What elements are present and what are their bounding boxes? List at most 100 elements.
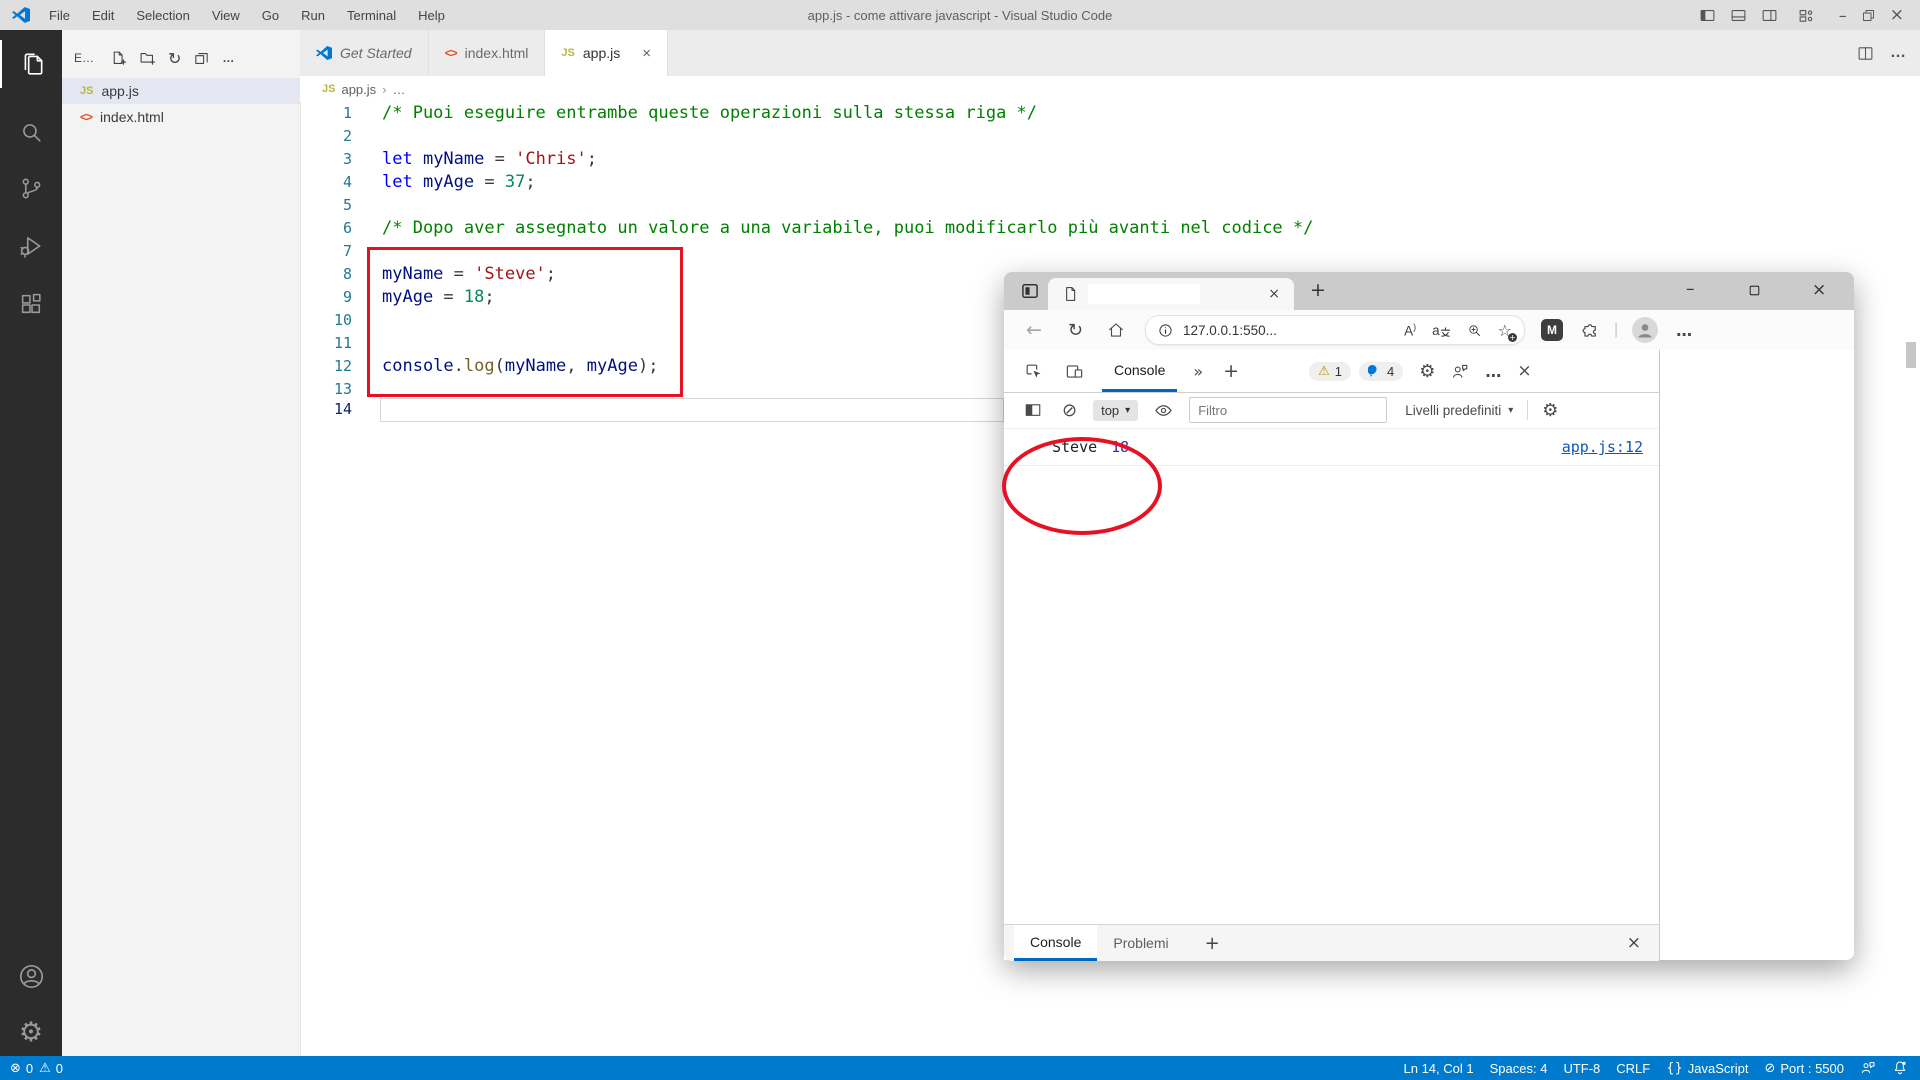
editor-scrollbar[interactable] bbox=[1906, 342, 1916, 368]
editor-more-actions-icon[interactable]: … bbox=[1890, 44, 1906, 62]
new-tab-icon[interactable]: + bbox=[1310, 279, 1326, 301]
error-icon: ⊗ bbox=[10, 1061, 21, 1076]
zoom-icon[interactable] bbox=[1467, 323, 1482, 338]
menu-view[interactable]: View bbox=[203, 6, 249, 25]
back-icon[interactable]: ← bbox=[1026, 319, 1042, 341]
problems-errors[interactable]: ⊗0 bbox=[10, 1061, 33, 1076]
devtools-close-icon[interactable]: × bbox=[1517, 361, 1531, 381]
favorites-star-icon[interactable]: ☆+ bbox=[1498, 321, 1512, 340]
refresh-explorer-icon[interactable]: ↻ bbox=[168, 49, 181, 68]
tab-actions-menu-icon[interactable] bbox=[1020, 281, 1040, 301]
restore-button[interactable] bbox=[1861, 8, 1876, 23]
file-item-indexhtml[interactable]: <> index.html bbox=[62, 104, 300, 130]
extensions-icon[interactable] bbox=[0, 280, 62, 328]
warnings-badge[interactable]: ⚠1 bbox=[1309, 362, 1351, 381]
menu-terminal[interactable]: Terminal bbox=[338, 6, 405, 25]
browser-tab[interactable]: × bbox=[1048, 278, 1294, 310]
live-server-port[interactable]: ⊘Port : 5500 bbox=[1764, 1061, 1844, 1076]
tab-index-html[interactable]: <> index.html bbox=[429, 30, 546, 76]
toggle-secondary-sidebar-icon[interactable] bbox=[1761, 7, 1778, 24]
circle-slash-icon: ⊘ bbox=[1764, 1061, 1775, 1076]
more-tabs-chevron-icon[interactable]: » bbox=[1193, 362, 1203, 381]
clear-console-icon[interactable]: ⊘ bbox=[1062, 400, 1077, 421]
read-aloud-icon[interactable]: A) bbox=[1404, 322, 1416, 339]
messages-badge[interactable]: 4 bbox=[1359, 362, 1403, 381]
new-folder-icon[interactable] bbox=[139, 50, 156, 67]
search-icon[interactable] bbox=[0, 108, 62, 156]
close-window-button[interactable]: × bbox=[1890, 5, 1904, 25]
feedback-icon[interactable] bbox=[1860, 1060, 1876, 1076]
devtools-settings-gear-icon[interactable]: ⚙ bbox=[1419, 361, 1435, 382]
customize-layout-icon[interactable] bbox=[1798, 7, 1815, 24]
browser-maximize-button[interactable] bbox=[1748, 284, 1761, 297]
drawer-close-icon[interactable]: × bbox=[1627, 933, 1641, 953]
console-settings-gear-icon[interactable]: ⚙ bbox=[1542, 400, 1558, 421]
source-control-icon[interactable] bbox=[0, 164, 62, 212]
address-url[interactable]: 127.0.0.1:550... bbox=[1183, 323, 1277, 338]
new-file-icon[interactable] bbox=[110, 50, 127, 67]
home-icon[interactable] bbox=[1107, 321, 1125, 339]
cursor-position[interactable]: Ln 14, Col 1 bbox=[1404, 1061, 1474, 1076]
translate-icon[interactable]: a bbox=[1432, 323, 1451, 338]
html-file-icon: <> bbox=[80, 110, 92, 124]
run-debug-icon[interactable] bbox=[0, 222, 62, 270]
toggle-panel-icon[interactable] bbox=[1730, 7, 1747, 24]
live-expression-eye-icon[interactable] bbox=[1154, 401, 1173, 420]
browser-settings-more-icon[interactable]: … bbox=[1676, 321, 1692, 340]
menu-run[interactable]: Run bbox=[292, 6, 334, 25]
add-tab-icon[interactable]: + bbox=[1223, 360, 1239, 382]
console-sidebar-icon[interactable] bbox=[1024, 401, 1042, 419]
m-extension-icon[interactable]: M bbox=[1541, 319, 1563, 341]
breadcrumb[interactable]: JS app.js › … bbox=[300, 76, 1920, 102]
menu-edit[interactable]: Edit bbox=[83, 6, 123, 25]
extensions-puzzle-icon[interactable] bbox=[1581, 321, 1600, 340]
menu-go[interactable]: Go bbox=[253, 6, 288, 25]
notifications-bell-icon[interactable] bbox=[1892, 1060, 1908, 1076]
close-tab-icon[interactable]: × bbox=[1268, 286, 1280, 302]
menu-file[interactable]: File bbox=[40, 6, 79, 25]
devtools-feedback-icon[interactable] bbox=[1451, 362, 1469, 380]
browser-tabstrip: × + – × bbox=[1004, 272, 1854, 310]
problems-warnings[interactable]: ⚠0 bbox=[39, 1061, 63, 1076]
filter-input[interactable] bbox=[1189, 397, 1387, 423]
drawer-tab-problems[interactable]: Problemi bbox=[1097, 925, 1184, 961]
context-selector[interactable]: top▾ bbox=[1093, 400, 1138, 421]
language-mode[interactable]: {}JavaScript bbox=[1666, 1061, 1748, 1076]
encoding[interactable]: UTF-8 bbox=[1563, 1061, 1600, 1076]
refresh-icon[interactable]: ↻ bbox=[1068, 320, 1083, 341]
tab-app-js[interactable]: JS app.js × bbox=[545, 30, 668, 76]
explorer-sidebar: E… ↻ … JS app.js <> index.html bbox=[62, 30, 301, 1056]
vscode-titlebar: File Edit Selection View Go Run Terminal… bbox=[0, 0, 1920, 30]
devtools-tab-console[interactable]: Console bbox=[1102, 350, 1177, 392]
eol-sequence[interactable]: CRLF bbox=[1616, 1061, 1650, 1076]
minimize-button[interactable]: – bbox=[1839, 6, 1847, 25]
tab-get-started[interactable]: Get Started bbox=[300, 30, 429, 76]
split-editor-icon[interactable] bbox=[1857, 45, 1874, 62]
toggle-sidebar-icon[interactable] bbox=[1699, 7, 1716, 24]
address-bar[interactable]: 127.0.0.1:550... A) a ☆+ bbox=[1145, 315, 1525, 345]
accounts-icon[interactable] bbox=[0, 952, 62, 1000]
indentation[interactable]: Spaces: 4 bbox=[1490, 1061, 1548, 1076]
site-info-icon[interactable] bbox=[1158, 323, 1173, 338]
menu-selection[interactable]: Selection bbox=[127, 6, 198, 25]
close-tab-icon[interactable]: × bbox=[642, 45, 651, 62]
profile-avatar[interactable] bbox=[1632, 317, 1658, 343]
log-levels-selector[interactable]: Livelli predefiniti▾ bbox=[1405, 403, 1513, 418]
js-file-icon: JS bbox=[322, 83, 335, 95]
menu-help[interactable]: Help bbox=[409, 6, 454, 25]
browser-minimize-button[interactable]: – bbox=[1686, 279, 1695, 299]
explorer-more-actions-icon[interactable]: … bbox=[222, 51, 234, 65]
file-item-appjs[interactable]: JS app.js bbox=[62, 78, 300, 104]
explorer-icon[interactable] bbox=[0, 40, 64, 88]
log-source-link[interactable]: app.js:12 bbox=[1562, 438, 1643, 456]
html-file-icon: <> bbox=[445, 46, 457, 60]
settings-gear-icon[interactable]: ⚙ bbox=[0, 1008, 62, 1056]
collapse-folders-icon[interactable] bbox=[193, 50, 210, 67]
devtools-more-icon[interactable]: … bbox=[1485, 362, 1501, 381]
drawer-add-icon[interactable]: + bbox=[1205, 933, 1220, 954]
drawer-tab-console[interactable]: Console bbox=[1014, 925, 1097, 961]
browser-close-button[interactable]: × bbox=[1812, 280, 1826, 300]
devtools-drawer: Console Problemi + × bbox=[1004, 924, 1659, 961]
inspect-element-icon[interactable] bbox=[1024, 362, 1043, 381]
device-emulation-icon[interactable] bbox=[1065, 362, 1084, 381]
